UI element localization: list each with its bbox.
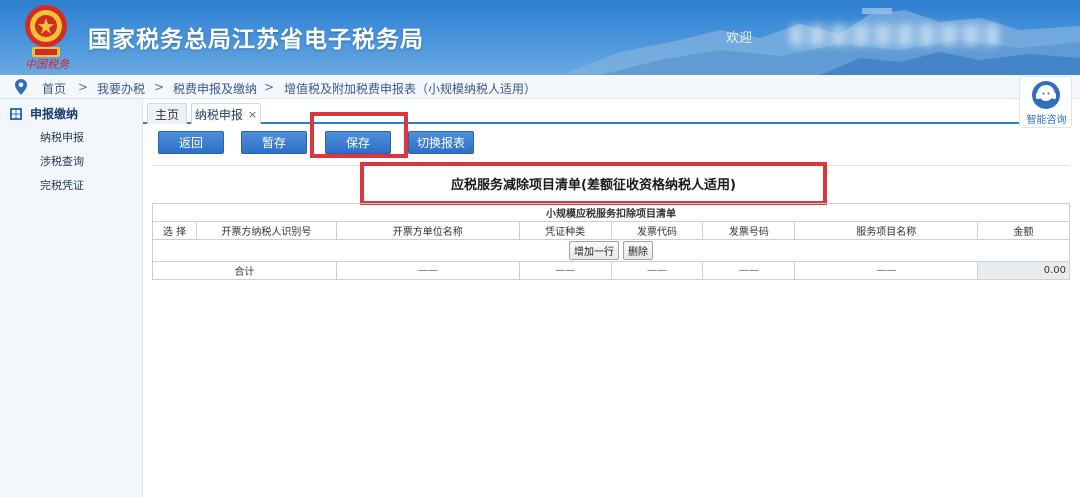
- report-title: 应税服务减除项目清单(差额征收资格纳税人适用): [360, 162, 827, 205]
- report-title-text: 应税服务减除项目清单(差额征收资格纳税人适用): [451, 178, 736, 193]
- total-placeholder: ——: [335, 261, 520, 280]
- total-amount: 0.00: [977, 261, 1070, 280]
- headset-icon: [1032, 81, 1060, 109]
- column-header-service-name: 服务项目名称: [794, 221, 979, 240]
- column-header-issuer-name: 开票方单位名称: [335, 221, 520, 240]
- breadcrumb: 首页 > 我要办税 > 税费申报及缴纳 > 增值税及附加税费申报表（小规模纳税人…: [0, 75, 1080, 99]
- column-header-select: 选 择: [152, 221, 197, 240]
- sidebar-item-tax-certificate[interactable]: 完税凭证: [40, 177, 84, 193]
- deduction-items-table: 小规模应税服务扣除项目清单 选 择 开票方纳税人识别号 开票方单位名称 凭证种类…: [152, 203, 1070, 280]
- close-icon[interactable]: ×: [248, 108, 257, 121]
- total-placeholder: ——: [794, 261, 979, 280]
- emblem-signature: 中国税务: [25, 58, 69, 71]
- tab-tax-declaration-label: 纳税申报: [194, 107, 243, 122]
- table-caption-row: 小规模应税服务扣除项目清单: [152, 203, 1070, 222]
- column-header-invoice-code: 发票代码: [610, 221, 704, 240]
- breadcrumb-home[interactable]: 首页: [42, 80, 66, 97]
- redacted-username: [790, 24, 1000, 46]
- site-title: 国家税务总局江苏省电子税务局: [88, 27, 424, 53]
- tab-strip: 主页 纳税申报 ×: [143, 99, 1019, 124]
- table-action-row: 增加一行 删除: [152, 239, 1070, 262]
- tax-emblem-icon: [25, 5, 67, 57]
- tab-tax-declaration[interactable]: 纳税申报 ×: [191, 103, 261, 124]
- column-header-amount: 金额: [977, 221, 1070, 240]
- table-caption: 小规模应税服务扣除项目清单: [152, 203, 1070, 222]
- column-header-invoice-number: 发票号码: [702, 221, 796, 240]
- total-label: 合计: [152, 261, 337, 280]
- column-header-voucher-type: 凭证种类: [518, 221, 612, 240]
- sidebar: 申报缴纳 纳税申报 涉税查询 完税凭证: [0, 99, 143, 497]
- temp-save-button[interactable]: 暂存: [241, 131, 307, 154]
- tab-home[interactable]: 主页: [147, 103, 187, 124]
- smart-consult-button[interactable]: 智能咨询: [1019, 76, 1072, 128]
- column-header-issuer-tax-id: 开票方纳税人识别号: [195, 221, 337, 240]
- table-header-row: 选 择 开票方纳税人识别号 开票方单位名称 凭证种类 发票代码 发票号码 服务项…: [152, 221, 1070, 240]
- sidebar-item-tax-declaration[interactable]: 纳税申报: [40, 129, 84, 145]
- breadcrumb-tax-tasks[interactable]: 我要办税: [97, 80, 145, 97]
- welcome-text: 欢迎: [726, 31, 753, 46]
- total-placeholder: ——: [518, 261, 612, 280]
- total-placeholder: ——: [702, 261, 796, 280]
- delete-row-button[interactable]: 删除: [623, 241, 653, 260]
- table-total-row: 合计 —— —— —— —— —— 0.00: [152, 261, 1070, 280]
- save-highlight-box: [310, 112, 408, 158]
- help-label: 智能咨询: [1026, 115, 1067, 126]
- tab-home-label: 主页: [154, 107, 179, 122]
- breadcrumb-separator: >: [154, 80, 165, 94]
- sidebar-item-tax-query[interactable]: 涉税查询: [40, 153, 84, 169]
- breadcrumb-declare-pay[interactable]: 税费申报及缴纳: [173, 80, 257, 97]
- header-banner: 中国税务 国家税务总局江苏省电子税务局 欢迎: [0, 0, 1080, 75]
- breadcrumb-vat-report: 增值税及附加税费申报表（小规模纳税人适用）: [284, 82, 537, 96]
- switch-report-button[interactable]: 切换报表: [408, 131, 474, 154]
- location-pin-icon: [15, 79, 27, 95]
- sidebar-section-label: 申报缴纳: [30, 107, 79, 121]
- add-row-button[interactable]: 增加一行: [569, 241, 619, 260]
- back-button[interactable]: 返回: [158, 131, 224, 154]
- total-placeholder: ——: [610, 261, 704, 280]
- sidebar-section-declare[interactable]: 申报缴纳: [10, 105, 78, 122]
- breadcrumb-separator: >: [264, 80, 275, 94]
- grid-menu-icon: [10, 107, 22, 120]
- breadcrumb-separator: >: [78, 80, 89, 94]
